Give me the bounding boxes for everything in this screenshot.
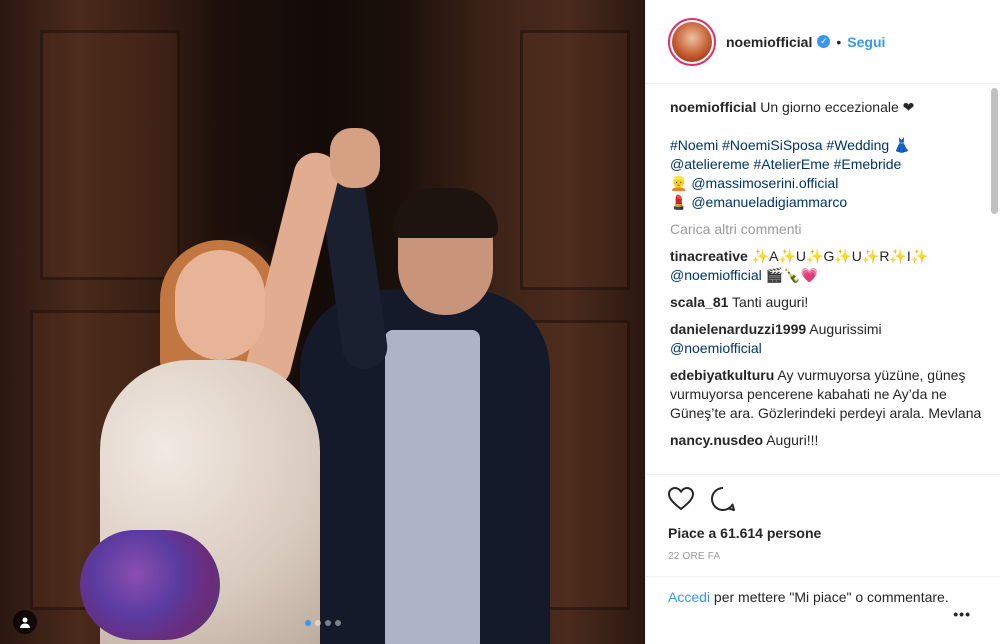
door-panel xyxy=(40,30,180,280)
load-more-comments-link[interactable]: Carica altri commenti xyxy=(670,220,985,239)
comment-username[interactable]: scala_81 xyxy=(670,294,728,310)
comment-text: Augurissimi xyxy=(809,321,882,337)
heart-icon[interactable] xyxy=(667,486,695,516)
comment: tinacreative ✨A✨U✨G✨U✨R✨I✨ @noemiofficia… xyxy=(670,247,985,285)
comment-mention[interactable]: @noemiofficial xyxy=(670,267,762,283)
post-header: noemiofficial ✓ • Segui xyxy=(646,0,1000,84)
comments-scrollbar[interactable] xyxy=(991,88,998,214)
post-photo[interactable] xyxy=(0,0,645,644)
post-sidebar: noemiofficial ✓ • Segui noemiofficial Un… xyxy=(645,0,1000,644)
comment: edebiyatkulturu Ay vurmuyorsa yüzüne, gü… xyxy=(670,366,985,423)
comment-mention[interactable]: @noemiofficial xyxy=(670,340,762,356)
carousel-dot[interactable] xyxy=(325,620,331,626)
caption-text: Un giorno eccezionale ❤ xyxy=(760,99,915,115)
post-actions: Piace a 61.614 persone 22 ORE FA xyxy=(646,474,1000,562)
instagram-post-view: noemiofficial ✓ • Segui noemiofficial Un… xyxy=(0,0,1000,644)
door-panel xyxy=(520,30,630,290)
caption-mention[interactable]: @massimoserini.official xyxy=(691,175,838,191)
more-options-icon[interactable]: ••• xyxy=(953,605,971,624)
caption-emoji: 💄 xyxy=(670,194,688,210)
carousel-dot[interactable] xyxy=(315,620,321,626)
user-tag-icon[interactable] xyxy=(13,610,37,634)
login-prompt: Accedi per mettere "Mi piace" o commenta… xyxy=(646,576,1000,622)
avatar[interactable] xyxy=(668,17,716,66)
comment-text: Auguri!!! xyxy=(766,432,819,448)
comment-username[interactable]: nancy.nusdeo xyxy=(670,432,763,448)
separator: • xyxy=(836,33,842,50)
comment-text: Tanti auguri! xyxy=(732,294,809,310)
comment-bubble-icon[interactable] xyxy=(710,486,736,517)
comment: nancy.nusdeo Auguri!!! xyxy=(670,431,985,450)
carousel-dot[interactable] xyxy=(335,620,341,626)
caption-emoji: 👱 xyxy=(670,175,688,191)
comment-emoji: 🎬🍾💗 xyxy=(761,267,818,283)
comment-username[interactable]: edebiyatkulturu xyxy=(670,367,774,383)
comment: scala_81 Tanti auguri! xyxy=(670,293,985,312)
verified-badge-icon: ✓ xyxy=(817,35,831,48)
groom-vest xyxy=(385,330,480,644)
carousel-dot[interactable] xyxy=(305,620,311,626)
likes-count[interactable]: Piace a 61.614 persone xyxy=(668,525,979,541)
post-timestamp: 22 ORE FA xyxy=(668,551,721,562)
carousel-indicator xyxy=(305,620,341,626)
bouquet xyxy=(80,530,220,640)
comment: danielenarduzzi1999 Augurissimi @noemiof… xyxy=(670,320,985,358)
comment-username[interactable]: danielenarduzzi1999 xyxy=(670,321,806,337)
caption-username[interactable]: noemiofficial xyxy=(670,99,756,115)
comment-text: ✨A✨U✨G✨U✨R✨I✨ xyxy=(751,248,929,264)
follow-button[interactable]: Segui xyxy=(847,34,885,50)
caption-hashtags[interactable]: #Noemi #NoemiSiSposa #Wedding 👗 xyxy=(670,136,985,155)
login-link[interactable]: Accedi xyxy=(668,589,710,605)
caption: noemiofficial Un giorno eccezionale ❤ #N… xyxy=(670,98,985,212)
comment-username[interactable]: tinacreative xyxy=(670,248,748,264)
username[interactable]: noemiofficial xyxy=(726,34,812,50)
caption-tags[interactable]: @ateliereme #AtelierEme #Emebride xyxy=(670,155,985,174)
bride-head xyxy=(175,250,265,360)
groom-hair xyxy=(393,188,498,238)
login-prompt-text: per mettere "Mi piace" o commentare. xyxy=(710,589,949,605)
comments-list[interactable]: noemiofficial Un giorno eccezionale ❤ #N… xyxy=(646,84,1000,474)
joined-hands xyxy=(330,128,380,188)
caption-mention[interactable]: @emanueladigiammarco xyxy=(691,194,847,210)
